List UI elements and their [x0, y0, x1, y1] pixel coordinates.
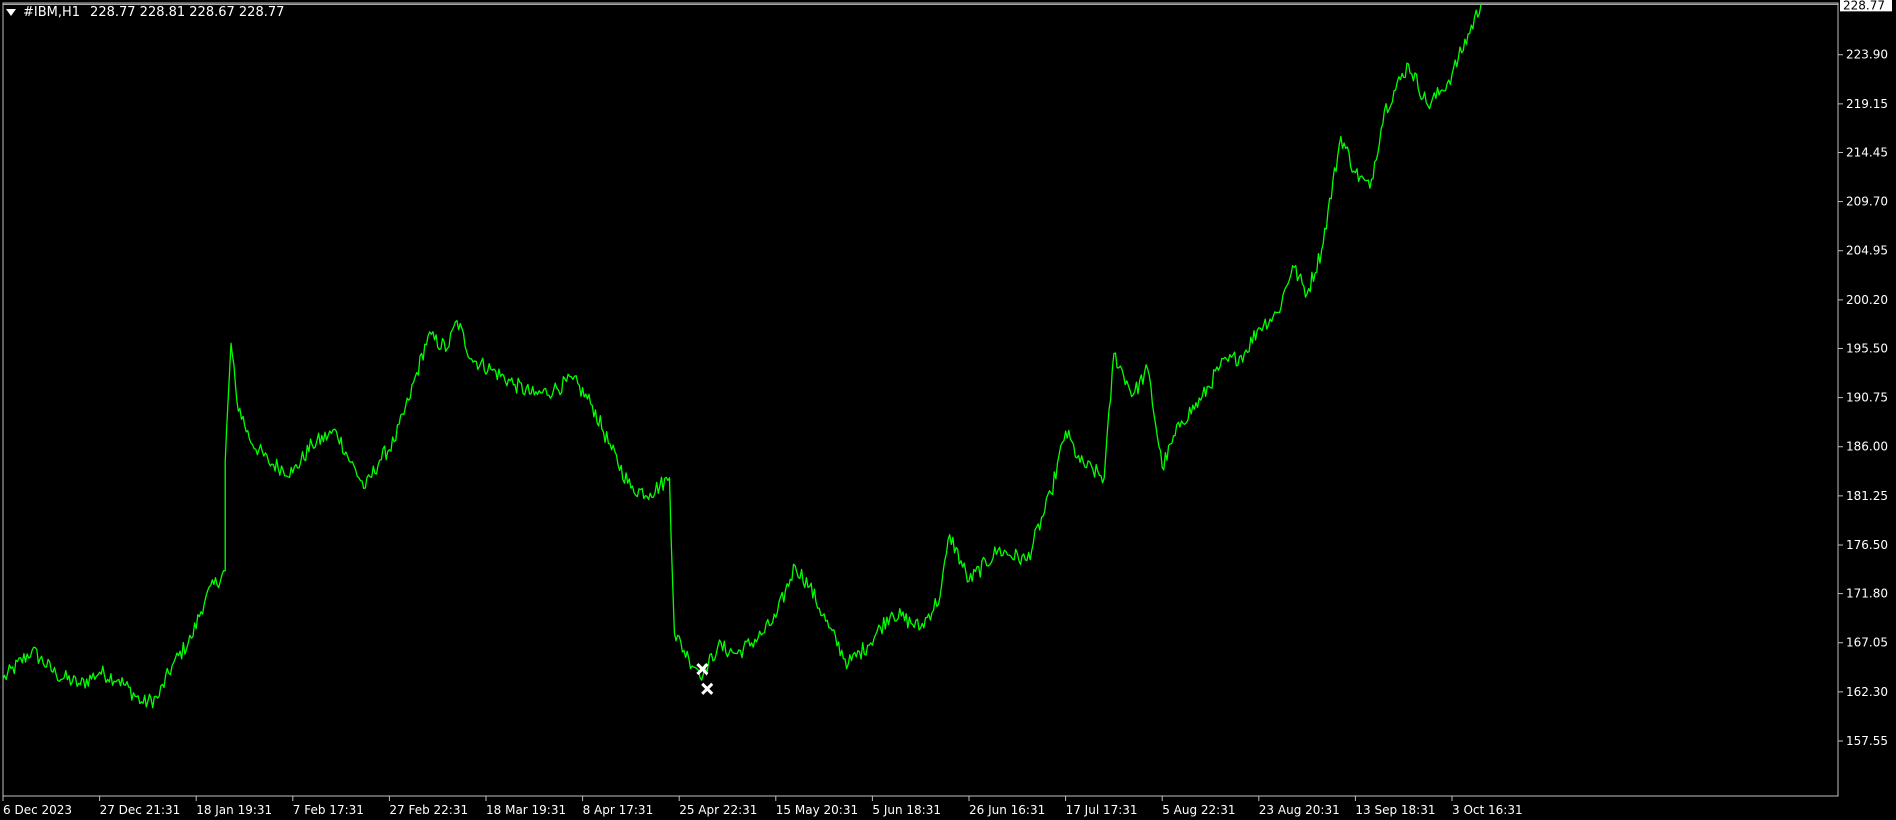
- symbol-label: #IBM,H1: [23, 4, 81, 20]
- y-tick-label: 157.55: [1846, 734, 1888, 748]
- plot-frame: [2, 2, 1839, 797]
- x-tick-label: 7 Feb 17:31: [293, 803, 364, 817]
- y-tick-label: 190.75: [1846, 391, 1888, 405]
- y-tick-label: 209.70: [1846, 195, 1888, 209]
- y-tick-label: 200.20: [1846, 293, 1888, 307]
- price-line: [2, 4, 1482, 709]
- y-tick-label: 219.15: [1846, 97, 1888, 111]
- y-tick-label: 167.05: [1846, 636, 1888, 650]
- current-price-label: 228.77: [1843, 0, 1885, 12]
- y-tick-label: 204.95: [1846, 244, 1888, 258]
- x-tick-label: 26 Jun 16:31: [969, 803, 1045, 817]
- x-tick-label: 8 Apr 17:31: [583, 803, 654, 817]
- x-tick-label: 18 Mar 19:31: [486, 803, 566, 817]
- x-tick-label: 3 Oct 16:31: [1452, 803, 1523, 817]
- chart-canvas: 223.90 219.15 214.45 209.70 204.95 200.20 195.…: [2, 0, 1892, 817]
- y-tick-label: 223.90: [1846, 48, 1888, 62]
- x-tick-label: 6 Dec 2023: [3, 803, 72, 817]
- x-tick-label: 18 Jan 19:31: [196, 803, 272, 817]
- ohlc-values: 228.77 228.81 228.67 228.77: [90, 4, 285, 20]
- x-tick-label: 25 Apr 22:31: [679, 803, 757, 817]
- x-tick-label: 23 Aug 20:31: [1259, 803, 1340, 817]
- y-tick-label: 214.45: [1846, 145, 1888, 159]
- x-tick-label: 5 Jun 18:31: [872, 803, 941, 817]
- y-tick-label: 171.80: [1846, 587, 1888, 601]
- x-tick-label: 5 Aug 22:31: [1162, 803, 1235, 817]
- x-tick-label: 27 Dec 21:31: [100, 803, 181, 817]
- x-tick-label: 27 Feb 22:31: [389, 803, 468, 817]
- y-tick-label: 186.00: [1846, 440, 1888, 454]
- x-tick-label: 13 Sep 18:31: [1355, 803, 1435, 817]
- y-tick-label: 195.50: [1846, 341, 1888, 355]
- chart-header: #IBM,H1 228.77 228.81 228.67 228.77: [0, 0, 284, 24]
- x-tick-label: 15 May 20:31: [776, 803, 858, 817]
- y-tick-label: 176.50: [1846, 538, 1888, 552]
- y-tick-label: 181.25: [1846, 489, 1888, 503]
- y-tick-label: 162.30: [1846, 685, 1888, 699]
- trade-marker-icon[interactable]: [701, 682, 714, 695]
- x-tick-label: 17 Jul 17:31: [1066, 803, 1138, 817]
- triangle-down-icon[interactable]: [6, 8, 16, 16]
